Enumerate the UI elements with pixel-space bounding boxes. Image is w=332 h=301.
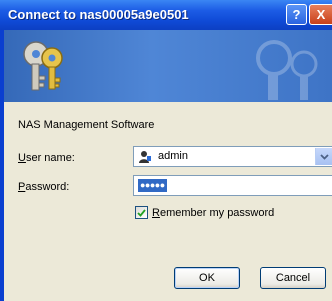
app-name-label: NAS Management Software — [18, 119, 155, 131]
checkbox-box[interactable] — [135, 206, 148, 219]
username-dropdown-button[interactable] — [315, 148, 332, 165]
username-label-text: ser name: — [25, 152, 75, 164]
remember-label-accesskey: R — [152, 206, 160, 219]
remember-label-text: emember my password — [159, 206, 275, 219]
username-label: User name: — [18, 152, 75, 164]
cancel-button[interactable]: Cancel — [260, 267, 326, 289]
ok-button-label: OK — [199, 272, 215, 284]
password-label: Password: — [18, 181, 69, 193]
password-label-text: assword: — [25, 181, 70, 193]
password-value: ●●●●● — [138, 179, 167, 192]
keys-watermark-icon — [256, 40, 318, 100]
username-value: admin — [158, 150, 188, 162]
help-button[interactable]: ? — [286, 4, 307, 25]
chevron-down-icon — [319, 153, 329, 160]
password-input[interactable]: ●●●●● — [133, 175, 332, 196]
remember-password-label: Remember my password — [152, 207, 274, 219]
cancel-button-label: Cancel — [275, 272, 311, 284]
close-icon: X — [316, 7, 326, 22]
dialog-body: NAS Management Software User name: admin… — [4, 30, 332, 301]
dialog-window: Connect to nas00005a9e0501 ? X NAS Manag… — [0, 0, 332, 301]
keys-icon — [23, 41, 63, 91]
banner — [4, 30, 332, 102]
title-bar[interactable]: Connect to nas00005a9e0501 ? X — [0, 0, 332, 30]
checkmark-icon — [137, 208, 146, 217]
remember-password-checkbox[interactable]: Remember my password — [135, 206, 274, 219]
user-icon — [139, 151, 151, 163]
close-button[interactable]: X — [309, 4, 332, 25]
ok-button[interactable]: OK — [174, 267, 240, 289]
window-title: Connect to nas00005a9e0501 — [8, 7, 189, 22]
username-combobox[interactable]: admin — [133, 146, 332, 167]
help-icon: ? — [292, 7, 301, 22]
username-label-accesskey: U — [18, 152, 26, 164]
